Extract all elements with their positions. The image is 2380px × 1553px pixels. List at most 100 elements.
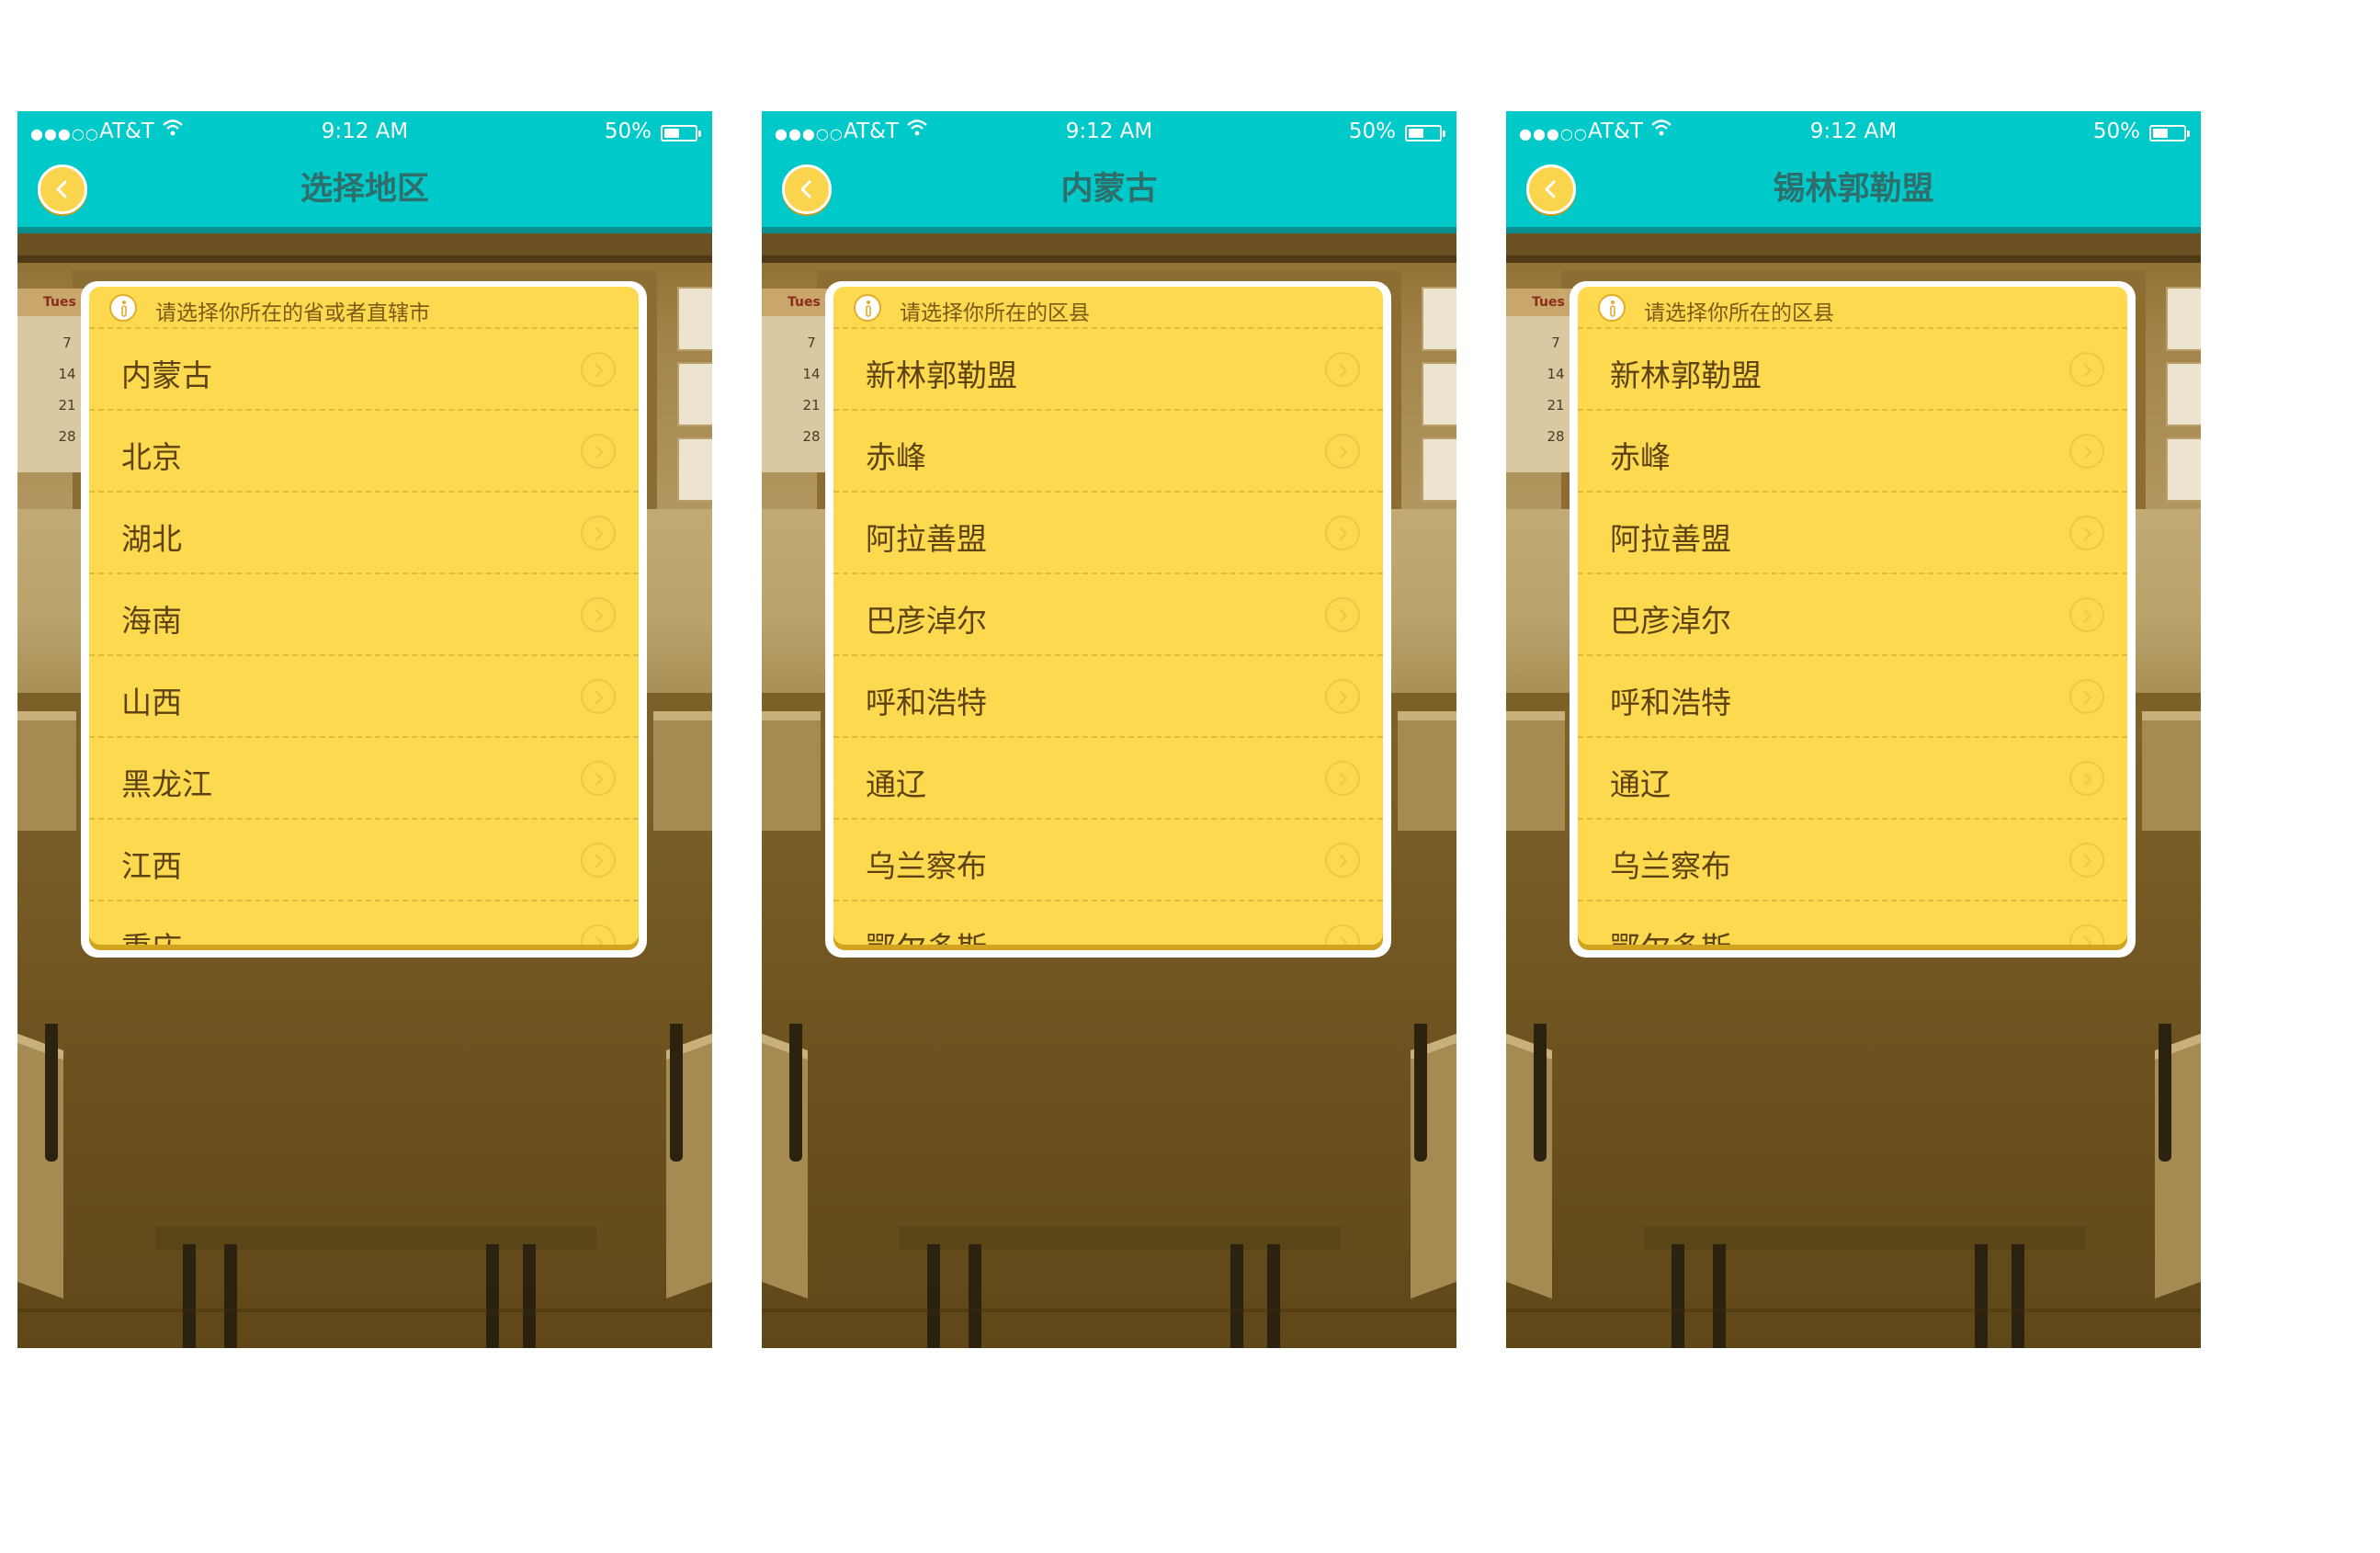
calendar-number: 7 <box>807 334 816 351</box>
chevron-right-icon <box>2069 679 2104 714</box>
chevron-right-icon <box>1325 516 1360 550</box>
back-button[interactable] <box>38 164 87 214</box>
ceiling-beam <box>1506 233 2201 263</box>
ceiling-beam <box>762 233 1456 263</box>
list-item[interactable]: 赤峰 <box>1578 411 2127 493</box>
list-item[interactable]: 新林郭勒盟 <box>833 329 1383 411</box>
list-item[interactable]: 乌兰察布 <box>833 820 1383 901</box>
table-leg <box>1534 1024 1547 1162</box>
nav-header: ●●●○○ AT&T 9:12 AM 50% 内蒙古 <box>762 111 1456 233</box>
list-item-label: 新林郭勒盟 <box>866 357 1017 393</box>
list-item[interactable]: 江西 <box>89 820 639 901</box>
table-leg <box>2012 1244 2024 1348</box>
list-item[interactable]: 巴彦淖尔 <box>1578 574 2127 656</box>
chevron-left-icon <box>800 180 811 198</box>
wall-poster <box>677 287 712 351</box>
list-item[interactable]: 阿拉善盟 <box>1578 493 2127 574</box>
status-bar: ●●●○○ AT&T 9:12 AM 50% <box>762 111 1456 153</box>
school-desk <box>653 711 712 831</box>
list-hint-text: 请选择你所在的区县 <box>900 301 1090 325</box>
wall-poster <box>2166 362 2201 426</box>
list-item[interactable]: 海南 <box>89 574 639 656</box>
wall-poster <box>677 437 712 502</box>
list-item[interactable]: 乌兰察布 <box>1578 820 2127 901</box>
wall-poster <box>677 362 712 426</box>
chevron-right-icon <box>581 352 616 387</box>
list-item-label: 黑龙江 <box>121 766 212 802</box>
list-item[interactable]: 阿拉善盟 <box>833 493 1383 574</box>
chevron-right-icon <box>2069 352 2104 387</box>
list-item[interactable]: 巴彦淖尔 <box>833 574 1383 656</box>
status-bar: ●●●○○ AT&T 9:12 AM 50% <box>17 111 712 153</box>
chevron-right-icon <box>1325 434 1360 469</box>
table-leg <box>486 1244 499 1348</box>
calendar-number: 7 <box>1551 334 1560 351</box>
list-item-label: 巴彦淖尔 <box>1610 603 1731 639</box>
back-button[interactable] <box>782 164 832 214</box>
calendar-number: 14 <box>802 366 821 382</box>
table-leg <box>1267 1244 1280 1348</box>
list-item-label: 呼和浩特 <box>1610 685 1731 720</box>
calendar-number: 21 <box>1547 397 1565 414</box>
chevron-right-icon <box>2069 597 2104 632</box>
calendar-number: 21 <box>58 397 76 414</box>
calendar-header-label: Tues <box>788 295 821 310</box>
list-item[interactable]: 通辽 <box>833 738 1383 820</box>
wall-poster <box>1422 362 1456 426</box>
list-item-label: 乌兰察布 <box>1610 848 1731 884</box>
list-item[interactable]: 黑龙江 <box>89 738 639 820</box>
wall-calendar: Tues 7 14 21 28 <box>17 289 85 472</box>
battery-level <box>664 129 680 138</box>
chevron-right-icon <box>581 679 616 714</box>
nav-header: ●●●○○ AT&T 9:12 AM 50% 选择地区 <box>17 111 712 233</box>
list-item[interactable]: 湖北 <box>89 493 639 574</box>
list-item[interactable]: 鄂尔多斯 <box>1578 901 2127 945</box>
page-title: 锡林郭勒盟 <box>1773 171 1934 208</box>
table-leg <box>523 1244 536 1348</box>
status-bar: ●●●○○ AT&T 9:12 AM 50% <box>1506 111 2201 153</box>
info-icon <box>1598 294 1626 322</box>
list-item-label: 巴彦淖尔 <box>866 603 987 639</box>
table-leg <box>927 1244 940 1348</box>
list-item[interactable]: 赤峰 <box>833 411 1383 493</box>
ceiling-beam <box>17 233 712 263</box>
school-desk <box>17 711 76 831</box>
floor-board-line <box>762 1309 1456 1312</box>
list-item-label: 鄂尔多斯 <box>1610 924 1731 945</box>
list-item-label: 鄂尔多斯 <box>866 924 987 945</box>
phone-screen-region: Tues 7 14 21 28 ●●●○○ AT&T 9:12 AM 50% 选… <box>17 111 712 1348</box>
list-item[interactable]: 呼和浩特 <box>1578 656 2127 738</box>
table-leg <box>1713 1244 1726 1348</box>
chevron-right-icon <box>581 597 616 632</box>
chevron-right-icon <box>2069 761 2104 796</box>
list-item-label: 重庆 <box>121 924 182 945</box>
school-desk <box>762 711 821 831</box>
list-item-label: 新林郭勒盟 <box>1610 357 1762 393</box>
list-item[interactable]: 通辽 <box>1578 738 2127 820</box>
list-item[interactable]: 北京 <box>89 411 639 493</box>
chevron-right-icon <box>1325 843 1360 878</box>
wall-poster <box>1422 437 1456 502</box>
floor-board-line <box>1506 1309 2201 1312</box>
back-button[interactable] <box>1526 164 1576 214</box>
calendar-header: Tues <box>1506 289 1572 316</box>
list-item-label: 赤峰 <box>1610 439 1671 475</box>
chevron-left-icon <box>56 180 67 198</box>
table-leg <box>224 1244 237 1348</box>
list-item[interactable]: 鄂尔多斯 <box>833 901 1383 945</box>
calendar-number: 21 <box>802 397 821 414</box>
list-item-label: 北京 <box>121 439 182 475</box>
chevron-right-icon <box>1325 597 1360 632</box>
list-item[interactable]: 新林郭勒盟 <box>1578 329 2127 411</box>
calendar-number: 28 <box>802 428 821 445</box>
list-item[interactable]: 山西 <box>89 656 639 738</box>
table-leg <box>183 1244 196 1348</box>
battery-icon <box>1405 125 1445 142</box>
region-list: 请选择你所在的省或者直辖市 内蒙古 北京 湖北 海南 山西 黑龙江 江西 <box>89 287 639 945</box>
list-hint-row: 请选择你所在的省或者直辖市 <box>89 287 639 329</box>
wall-poster <box>2166 287 2201 351</box>
list-item[interactable]: 呼和浩特 <box>833 656 1383 738</box>
list-item[interactable]: 重庆 <box>89 901 639 945</box>
list-item[interactable]: 内蒙古 <box>89 329 639 411</box>
chevron-right-icon <box>2069 516 2104 550</box>
